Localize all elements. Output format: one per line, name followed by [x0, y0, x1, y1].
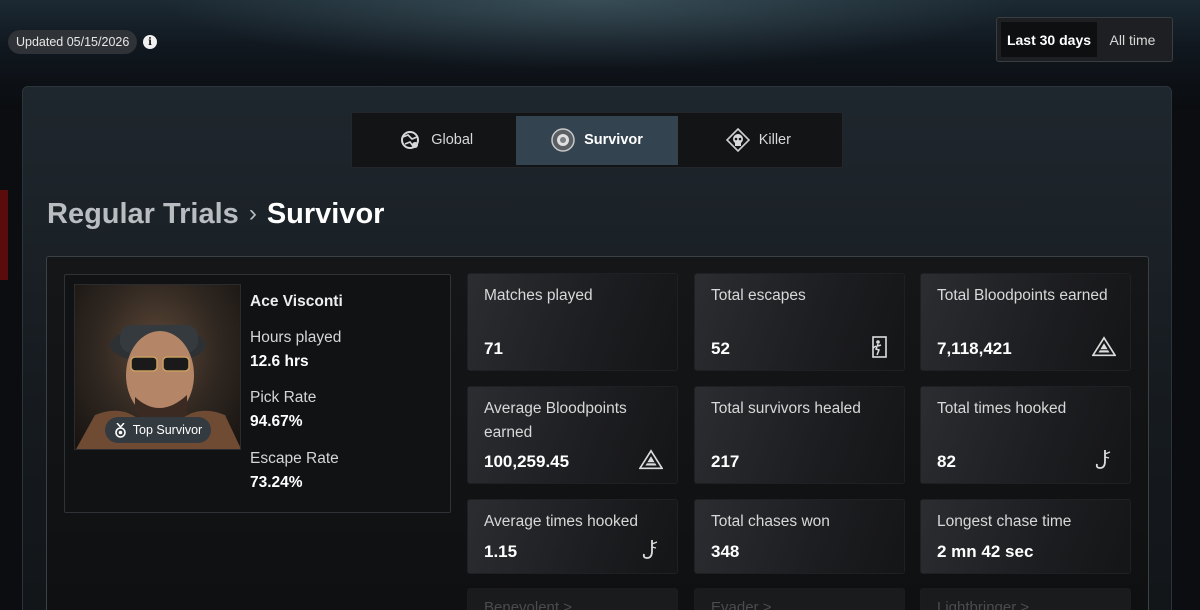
stat-card-longest-chase: Longest chase time 2 mn 42 sec — [920, 499, 1131, 574]
stat-value: 82 — [937, 452, 956, 471]
stat-label: Total times hooked — [937, 400, 1067, 417]
stat-label: Matches played — [484, 287, 593, 304]
hook-icon — [1092, 448, 1116, 472]
range-all-time-button[interactable]: All time — [1097, 22, 1168, 57]
bloodpoints-icon — [639, 448, 663, 472]
stat-label: Total survivors healed — [711, 400, 861, 417]
stat-label: Total escapes — [711, 287, 806, 304]
medal-icon — [114, 422, 127, 438]
tab-global[interactable]: Global — [355, 116, 516, 165]
breadcrumb: Regular Trials › Survivor — [47, 195, 384, 233]
survivor-emblem-icon — [551, 128, 575, 152]
role-tabs: Global Survivor Killer — [351, 112, 843, 168]
stat-value: 71 — [484, 339, 503, 358]
stat-value: 7,118,421 — [937, 339, 1012, 358]
hours-played-label: Hours played — [250, 329, 342, 346]
range-last-30-days-button[interactable]: Last 30 days — [1001, 22, 1097, 57]
escape-rate-value: 73.24% — [250, 474, 303, 491]
breadcrumb-separator: › — [248, 200, 257, 227]
achievement-card-benevolent[interactable]: Benevolent > — [467, 588, 678, 610]
stat-card-average-hooked: Average times hooked 1.15 — [467, 499, 678, 574]
stat-card-matches-played: Matches played 71 — [467, 273, 678, 371]
breadcrumb-parent-link[interactable]: Regular Trials — [47, 198, 239, 231]
stat-card-chases-won: Total chases won 348 — [694, 499, 905, 574]
hook-icon — [639, 538, 663, 562]
tab-killer-label: Killer — [758, 132, 791, 148]
pick-rate-value: 94.67% — [250, 413, 303, 430]
stat-label: Longest chase time — [937, 513, 1072, 530]
escape-rate-label: Escape Rate — [250, 450, 339, 467]
achievement-label: Lightbringer > — [937, 599, 1030, 610]
updated-badge: Updated 05/15/2026 — [8, 30, 138, 54]
skull-icon — [725, 128, 750, 152]
stat-card-survivors-healed: Total survivors healed 217 — [694, 386, 905, 484]
stat-card-total-bloodpoints: Total Bloodpoints earned 7,118,421 — [920, 273, 1131, 371]
stat-label: Average Bloodpoints earned — [484, 400, 627, 441]
stat-label: Total Bloodpoints earned — [937, 287, 1108, 304]
achievement-label: Evader > — [711, 599, 772, 610]
side-accent — [0, 190, 8, 280]
top-survivor-label: Top Survivor — [132, 423, 203, 437]
stat-value: 2 mn 42 sec — [937, 542, 1034, 561]
header-artwork — [160, 0, 1020, 70]
top-survivor-badge: Top Survivor — [105, 417, 211, 443]
tab-global-label: Global — [431, 132, 474, 148]
achievement-card-lightbringer[interactable]: Lightbringer > — [920, 588, 1131, 610]
info-icon[interactable]: i — [143, 35, 157, 49]
stat-card-times-hooked: Total times hooked 82 — [920, 386, 1131, 484]
achievement-card-evader[interactable]: Evader > — [694, 588, 905, 610]
exit-door-icon — [866, 335, 890, 359]
tab-survivor-label: Survivor — [584, 132, 643, 148]
stat-label: Total chases won — [711, 513, 830, 530]
stat-label: Average times hooked — [484, 513, 638, 530]
pick-rate-label: Pick Rate — [250, 389, 317, 406]
page-title: Survivor — [266, 197, 385, 230]
globe-map-icon — [398, 128, 422, 152]
tab-survivor[interactable]: Survivor — [516, 115, 678, 165]
time-range-toggle: Last 30 days All time — [996, 17, 1173, 62]
hours-played-value: 12.6 hrs — [250, 353, 309, 370]
stat-value: 217 — [711, 452, 740, 471]
stat-value: 52 — [711, 339, 730, 358]
bloodpoints-icon — [1092, 335, 1116, 359]
stat-value: 1.15 — [484, 542, 518, 561]
stat-card-total-escapes: Total escapes 52 — [694, 273, 905, 371]
tab-killer[interactable]: Killer — [678, 116, 839, 165]
character-name: Ace Visconti — [250, 293, 343, 310]
stat-card-average-bloodpoints: Average Bloodpoints earned 100,259.45 — [467, 386, 678, 484]
stat-value: 348 — [711, 542, 740, 561]
achievement-label: Benevolent > — [484, 599, 572, 610]
stat-value: 100,259.45 — [484, 452, 570, 471]
